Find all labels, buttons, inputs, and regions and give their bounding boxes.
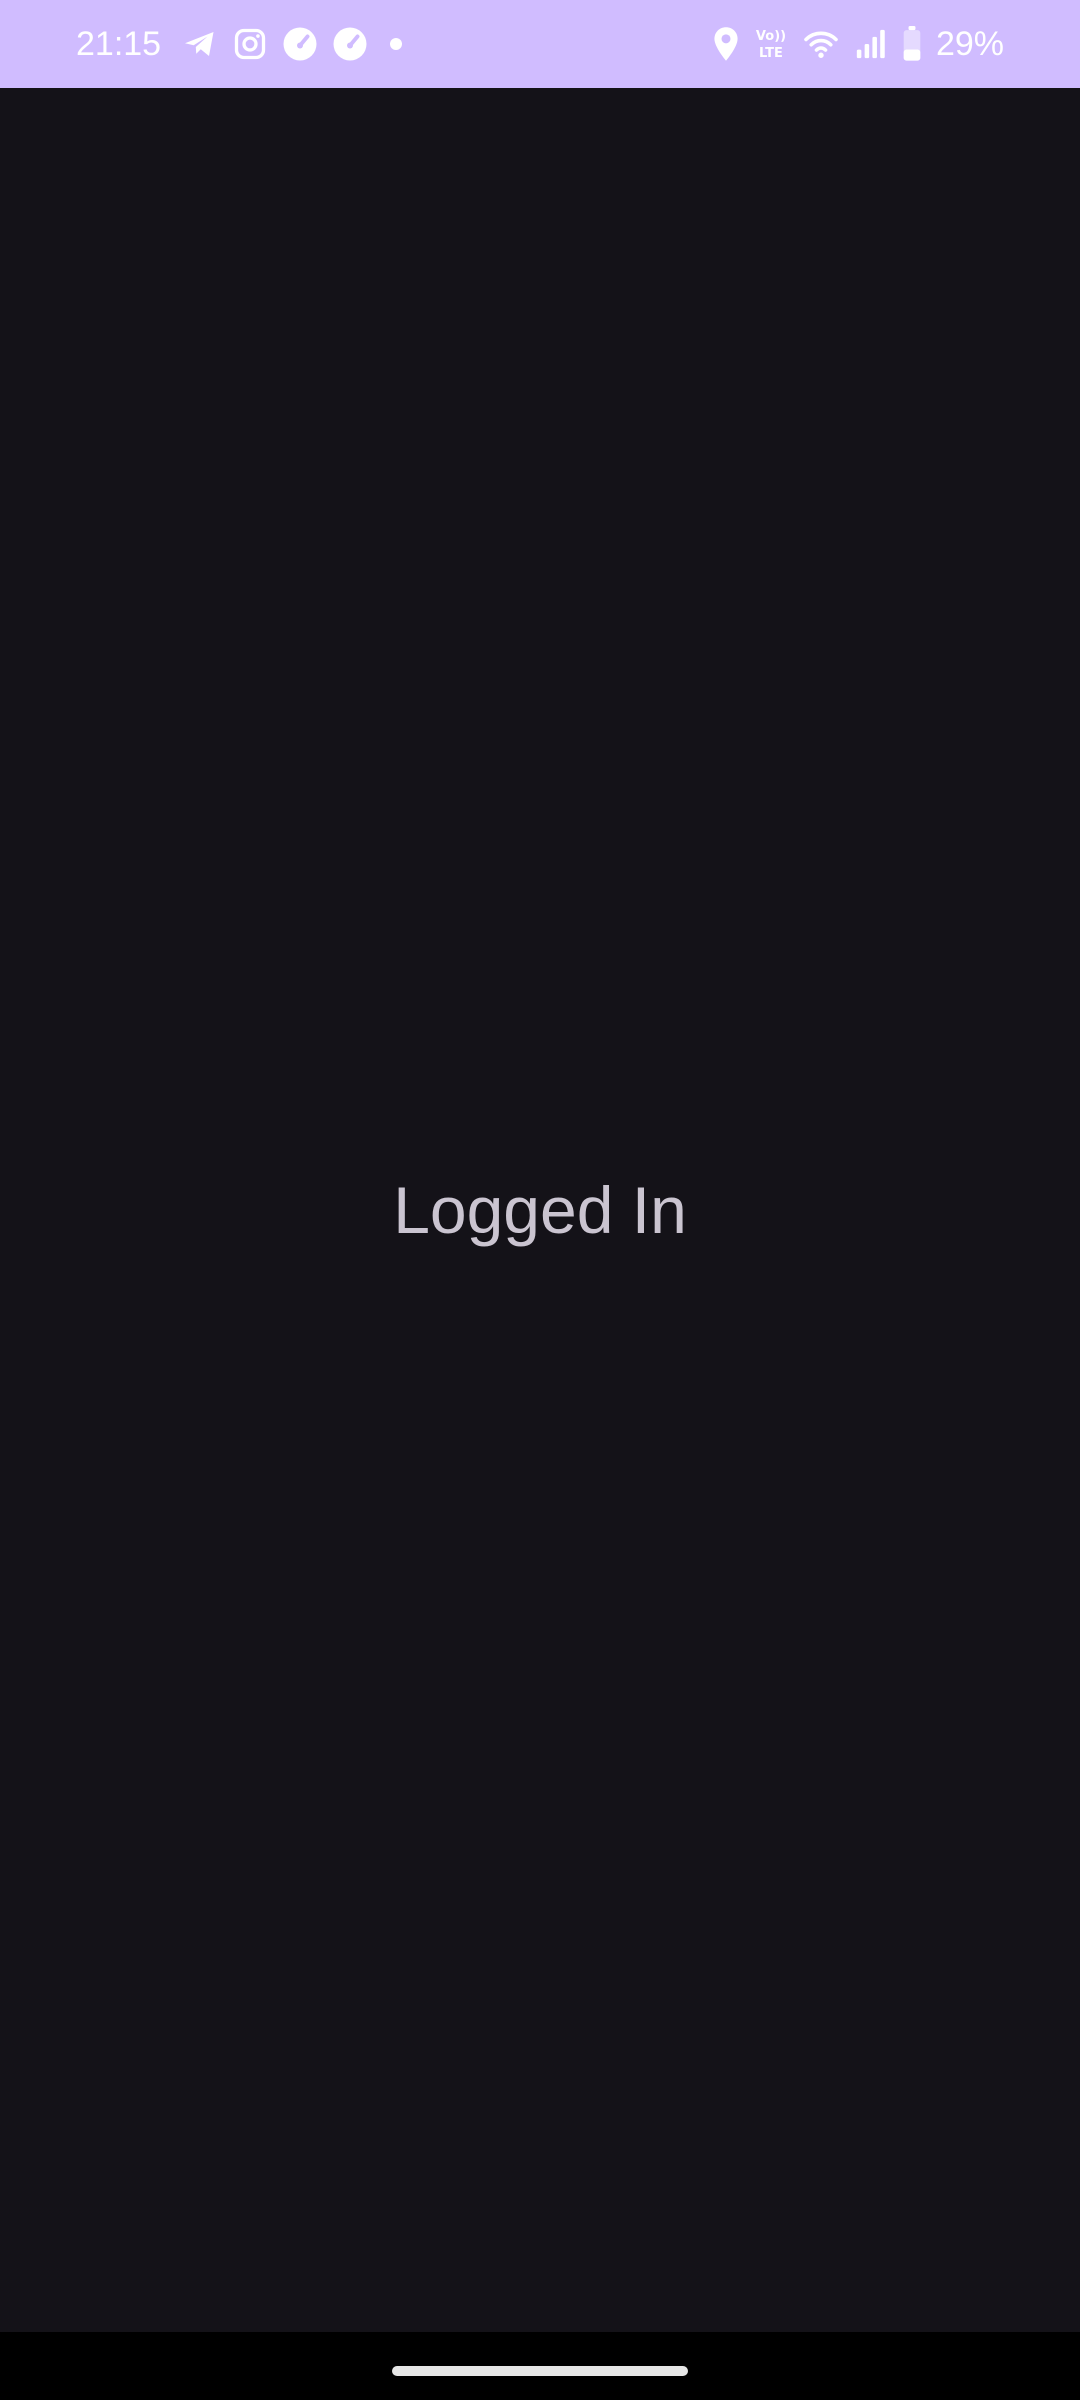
battery-icon	[903, 26, 921, 61]
home-gesture-handle[interactable]	[392, 2366, 688, 2376]
status-time: 21:15	[76, 25, 162, 63]
volte-icon: Vo)) LTE	[756, 29, 786, 61]
wifi-icon	[804, 31, 838, 58]
instagram-icon	[234, 28, 266, 60]
speedometer-icon	[333, 27, 367, 61]
status-bar: 21:15 Vo)) LTE 29%	[0, 0, 1080, 88]
svg-text:Vo)): Vo))	[756, 29, 786, 44]
system-icons: Vo)) LTE 29%	[712, 22, 1004, 66]
logged-in-message: Logged In	[393, 1173, 687, 1247]
signal-icon	[856, 29, 885, 59]
notification-dot-icon	[390, 38, 402, 50]
notification-icons	[182, 24, 402, 64]
battery-percent: 29%	[935, 25, 1004, 63]
svg-text:LTE: LTE	[759, 46, 783, 61]
app-screen: 21:15 Vo)) LTE 29% Logged In	[0, 0, 1080, 2400]
speedometer-icon	[283, 27, 317, 61]
telegram-icon	[185, 32, 214, 56]
main-content: Logged In	[0, 88, 1080, 2332]
location-icon	[714, 27, 738, 61]
navigation-bar	[0, 2332, 1080, 2400]
